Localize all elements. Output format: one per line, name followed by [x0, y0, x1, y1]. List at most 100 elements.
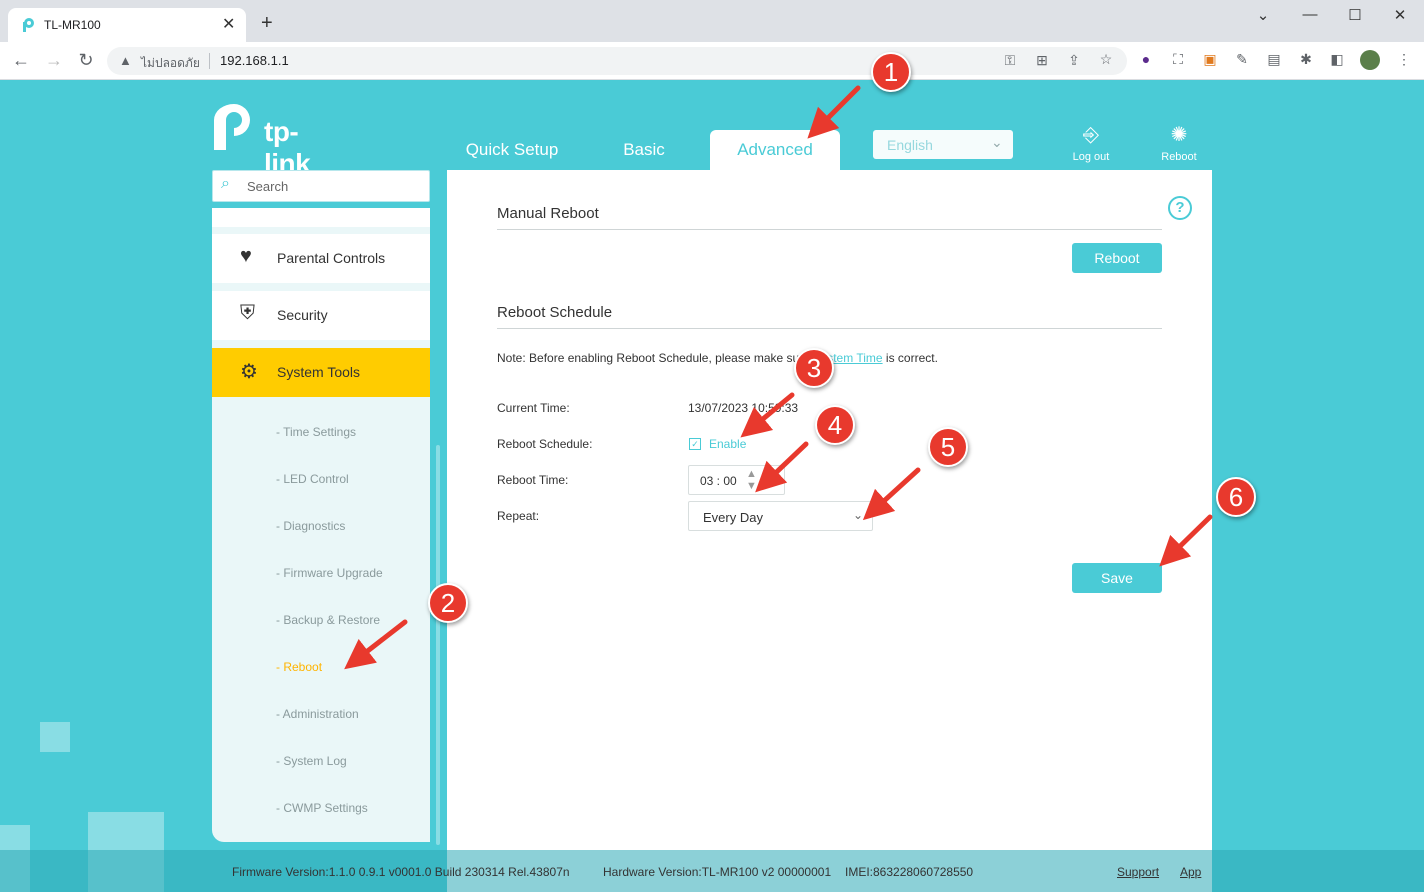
annotation-badge: 4: [815, 405, 855, 445]
annotation-badge: 3: [794, 348, 834, 388]
reboot-button[interactable]: Reboot: [1072, 243, 1162, 273]
close-window-icon[interactable]: ✕: [1390, 6, 1410, 24]
search-icon: ⌕: [221, 175, 230, 192]
logout-button[interactable]: ⎆ Log out: [1061, 122, 1121, 163]
current-time-label: Current Time:: [497, 401, 570, 415]
submenu-administration[interactable]: - Administration: [276, 707, 359, 721]
key-icon[interactable]: ⚿: [1000, 52, 1020, 69]
app-link[interactable]: App: [1180, 865, 1201, 879]
reboot-time-input[interactable]: 03 : 00 ▲ ▼: [688, 465, 785, 495]
reboot-time-value[interactable]: 03 : 00: [700, 474, 737, 488]
sidebar-item-label: Parental Controls: [277, 250, 386, 266]
sidebar-item-label: Security: [277, 307, 328, 323]
back-icon[interactable]: ←: [10, 50, 32, 71]
section-title-manual-reboot: Manual Reboot: [497, 205, 1162, 230]
annotation-badge: 2: [428, 583, 468, 623]
new-tab-icon[interactable]: +: [261, 13, 273, 33]
sidebar-menu: ♥ Parental Controls ⛨ Security ⚙ System …: [212, 208, 430, 842]
reboot-top-button[interactable]: ✺ Reboot: [1149, 122, 1209, 163]
browser-tabbar: TL-MR100 ✕ + ⌄ — ☐ ✕: [0, 0, 1424, 42]
browser-tab[interactable]: TL-MR100 ✕: [8, 8, 246, 42]
more-menu-icon[interactable]: ⋮: [1394, 51, 1414, 68]
cast-extension-icon[interactable]: ▣: [1200, 51, 1220, 68]
reboot-schedule-label: Reboot Schedule:: [497, 437, 593, 451]
chevron-down-icon[interactable]: ⌄: [1253, 6, 1273, 24]
search-input[interactable]: Search: [247, 179, 288, 194]
hardware-version: Hardware Version:TL-MR100 v2 00000001: [603, 865, 832, 879]
note-prefix: Note: Before enabling Reboot Schedule, p…: [497, 351, 810, 365]
sidepanel-icon[interactable]: ◧: [1327, 51, 1347, 68]
tab-title: TL-MR100: [44, 18, 101, 32]
sidebar-item-partial[interactable]: [212, 208, 430, 227]
reload-icon[interactable]: ↻: [75, 50, 97, 71]
sidebar-item-parental-controls[interactable]: ♥ Parental Controls: [212, 234, 430, 283]
tab-basic[interactable]: Basic: [584, 130, 704, 170]
share-icon[interactable]: ⇪: [1064, 52, 1084, 69]
repeat-value: Every Day: [703, 510, 763, 525]
screenshot-icon[interactable]: ⛶: [1168, 51, 1188, 68]
warning-icon[interactable]: ▲: [119, 53, 132, 68]
save-button[interactable]: Save: [1072, 563, 1162, 593]
note-suffix: is correct.: [885, 351, 938, 365]
bookmark-star-icon[interactable]: ☆: [1096, 51, 1116, 68]
language-select[interactable]: English ⌄: [873, 130, 1013, 159]
submenu-system-log[interactable]: - System Log: [276, 754, 347, 768]
maximize-icon[interactable]: ☐: [1345, 6, 1365, 24]
annotation-badge: 5: [928, 427, 968, 467]
firmware-version: Firmware Version:1.1.0 0.9.1 v0001.0 Bui…: [232, 865, 570, 879]
browser-toolbar: ← → ↻ ▲ ไม่ปลอดภัย 192.168.1.1 ⚿ ⊞ ⇪ ☆ ●…: [0, 42, 1424, 80]
tab-quick-setup[interactable]: Quick Setup: [450, 130, 574, 170]
shield-icon: ⛨: [240, 302, 255, 324]
edit-extension-icon[interactable]: ✎: [1232, 51, 1252, 68]
tplink-logo-icon: [214, 104, 250, 150]
download-extension-icon[interactable]: ●: [1136, 51, 1156, 67]
search-box[interactable]: ⌕ Search: [212, 170, 430, 202]
sidebar-item-label: System Tools: [277, 364, 360, 380]
tplink-logo: tp-link: [212, 102, 311, 179]
submenu-time-settings[interactable]: - Time Settings: [276, 425, 356, 439]
annotation-badge: 6: [1216, 477, 1256, 517]
address-bar[interactable]: ▲ ไม่ปลอดภัย 192.168.1.1 ⚿ ⊞ ⇪ ☆: [107, 47, 1127, 75]
security-label: ไม่ปลอดภัย: [141, 56, 200, 70]
time-spinner-icon[interactable]: ▲ ▼: [746, 468, 757, 492]
puzzle-icon[interactable]: ✱: [1296, 51, 1316, 68]
forward-icon[interactable]: →: [43, 50, 65, 71]
submenu-diagnostics[interactable]: - Diagnostics: [276, 519, 345, 533]
tab-advanced[interactable]: Advanced: [710, 130, 840, 170]
url-text[interactable]: 192.168.1.1: [220, 53, 289, 68]
logout-icon: ⎆: [1083, 124, 1099, 146]
capture-extension-icon[interactable]: ▤: [1264, 51, 1284, 68]
footer-bar: Firmware Version:1.1.0 0.9.1 v0001.0 Bui…: [0, 850, 1424, 892]
repeat-label: Repeat:: [497, 509, 540, 523]
profile-avatar[interactable]: [1360, 50, 1380, 70]
decor-square: [40, 722, 70, 752]
omnibox-divider: [209, 53, 210, 69]
chevron-down-icon: ⌄: [853, 508, 864, 522]
main-panel: Manual Reboot ? Reboot Reboot Schedule N…: [447, 170, 1212, 892]
submenu-reboot[interactable]: - Reboot: [276, 660, 322, 674]
sidebar-item-system-tools[interactable]: ⚙ System Tools: [212, 348, 430, 397]
submenu-backup-restore[interactable]: - Backup & Restore: [276, 613, 380, 627]
minimize-icon[interactable]: —: [1300, 6, 1320, 23]
section-title-reboot-schedule: Reboot Schedule: [497, 304, 1162, 329]
imei-value: IMEI:863228060728550: [845, 865, 974, 879]
logout-label: Log out: [1072, 151, 1110, 163]
submenu-led-control[interactable]: - LED Control: [276, 472, 349, 486]
language-value: English: [887, 137, 933, 153]
enable-checkbox[interactable]: ✓: [689, 438, 701, 450]
enable-label[interactable]: Enable: [709, 437, 746, 451]
submenu-cwmp-settings[interactable]: - CWMP Settings: [276, 801, 368, 815]
current-time-value: 13/07/2023 10:59:33: [688, 401, 799, 415]
submenu-firmware-upgrade[interactable]: - Firmware Upgrade: [276, 566, 383, 580]
sidebar-scrollbar[interactable]: [436, 445, 440, 845]
repeat-select[interactable]: Every Day ⌄: [688, 501, 873, 531]
support-link[interactable]: Support: [1117, 865, 1159, 879]
router-page: tp-link Quick Setup Basic Advanced Engli…: [0, 80, 1424, 892]
chevron-down-icon: ⌄: [991, 134, 1003, 150]
schedule-note: Note: Before enabling Reboot Schedule, p…: [497, 351, 938, 365]
close-tab-icon[interactable]: ✕: [222, 14, 235, 34]
help-icon[interactable]: ?: [1168, 196, 1192, 220]
sidebar-item-security[interactable]: ⛨ Security: [212, 291, 430, 340]
translate-icon[interactable]: ⊞: [1032, 52, 1052, 69]
gear-icon: ⚙: [240, 361, 258, 383]
